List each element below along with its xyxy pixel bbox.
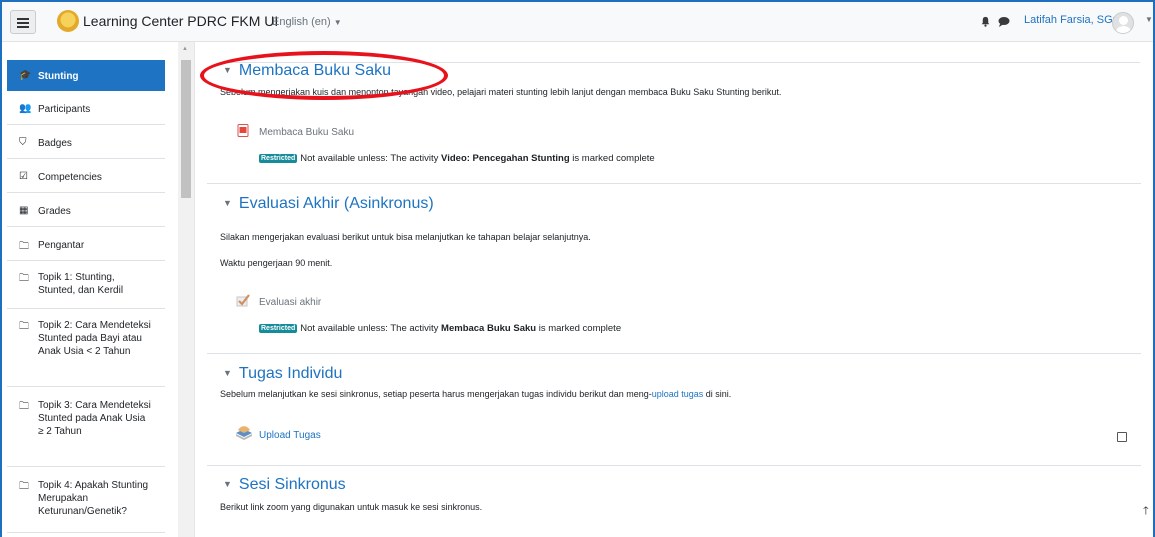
chevron-down-icon[interactable]: ▼ (1145, 15, 1153, 24)
folder-icon: 🗀 (19, 481, 29, 492)
sidebar-item-label: Topik 4: Apakah Stunting Merupakan Ketur… (38, 480, 149, 517)
restricted-badge: Restricted (259, 154, 298, 163)
collapse-caret-icon[interactable]: ▼ (223, 368, 232, 378)
chat-icon[interactable] (998, 16, 1010, 27)
annotation-highlight-ellipse (200, 51, 448, 100)
sidebar-item-topik-1[interactable]: 🗀 Topik 1: Stunting, Stunted, dan Kerdil (7, 261, 165, 309)
restriction-text: is marked complete (569, 153, 655, 164)
chevron-down-icon: ▼ (333, 18, 342, 27)
users-icon: 👥 (19, 103, 32, 114)
top-navbar: Learning Center PDRC FKM UI English (en)… (2, 2, 1153, 42)
completion-checkbox[interactable] (1117, 432, 1127, 442)
sidebar-item-label: Topik 1: Stunting, Stunted, dan Kerdil (38, 272, 124, 296)
sidebar-item-topik-2[interactable]: 🗀 Topik 2: Cara Mendeteksi Stunted pada … (7, 309, 165, 387)
section-description: Waktu pengerjaan 90 menit. (220, 258, 333, 268)
folder-icon: 🗀 (19, 241, 29, 252)
collapse-caret-icon[interactable]: ▼ (223, 479, 232, 489)
folder-icon: 🗀 (19, 401, 29, 412)
course-content: ▼ Membaca Buku Saku Sebelum mengerjakan k… (195, 42, 1153, 537)
section-divider (207, 353, 1141, 354)
restriction-activity: Video: Pencegahan Stunting (441, 153, 570, 164)
description-text: di sini. (703, 389, 732, 399)
activity-upload-tugas[interactable]: Upload Tugas (259, 430, 321, 441)
restriction-text: Not available unless: The activity (300, 153, 442, 164)
sidebar-item-label: Grades (38, 206, 71, 217)
restriction-activity: Membaca Buku Saku (441, 323, 537, 334)
restriction-text: Not available unless: The activity (300, 323, 442, 334)
course-nav-drawer: 🎓 Stunting 👥 Participants ⛉ Badges ☑ Com… (7, 60, 165, 537)
bell-icon[interactable] (980, 16, 991, 27)
activity-membaca-buku-saku[interactable]: Membaca Buku Saku (259, 127, 354, 138)
folder-icon: 🗀 (19, 321, 29, 332)
sidebar-item-pengantar[interactable]: 🗀 Pengantar (7, 227, 165, 261)
sidebar-item-competencies[interactable]: ☑ Competencies (7, 159, 165, 193)
language-menu[interactable]: English (en) ▼ (272, 16, 342, 28)
section-description: Sebelum melanjutkan ke sesi sinkronus, s… (220, 389, 731, 399)
restricted-badge: Restricted (259, 324, 298, 333)
upload-tugas-link[interactable]: upload tugas (652, 389, 704, 399)
section-title-evaluasi-akhir[interactable]: ▼ Evaluasi Akhir (Asinkronus) (223, 195, 434, 213)
hamburger-icon[interactable] (10, 10, 36, 34)
activity-evaluasi-akhir[interactable]: Evaluasi akhir (259, 297, 321, 308)
app-window: Learning Center PDRC FKM UI English (en)… (0, 0, 1155, 537)
shield-icon: ⛉ (19, 137, 27, 148)
sidebar-item-participants[interactable]: 👥 Participants (7, 91, 165, 125)
sidebar-item-label: Participants (38, 104, 91, 115)
description-text: Sebelum melanjutkan ke sesi sinkronus, s… (220, 389, 652, 399)
sidebar-item-label: Stunting (38, 71, 79, 82)
sidebar-item-topik-3[interactable]: 🗀 Topik 3: Cara Mendeteksi Stunted pada … (7, 387, 165, 467)
table-icon: ▦ (19, 205, 29, 216)
section-title-text: Sesi Sinkronus (238, 476, 346, 493)
section-divider (207, 465, 1141, 466)
restriction-text: is marked complete (536, 323, 622, 334)
section-title-tugas-individu[interactable]: ▼ Tugas Individu (223, 365, 342, 383)
graduation-cap-icon: 🎓 (19, 70, 32, 81)
back-to-top-icon[interactable]: 🡑 (1143, 502, 1149, 521)
section-description: Silakan mengerjakan evaluasi berikut unt… (220, 232, 591, 242)
collapse-caret-icon[interactable]: ▼ (223, 198, 232, 208)
folder-icon: 🗀 (19, 273, 29, 284)
sidebar-item-topik-4[interactable]: 🗀 Topik 4: Apakah Stunting Merupakan Ket… (7, 467, 165, 533)
sidebar-scroll-thumb[interactable] (181, 60, 191, 198)
scroll-up-icon[interactable]: ▲ (182, 46, 188, 52)
sidebar-item-label: Topik 3: Cara Mendeteksi Stunted pada An… (38, 400, 151, 437)
sidebar-item-label: Topik 2: Cara Mendeteksi Stunted pada Ba… (38, 320, 151, 357)
section-title-text: Evaluasi Akhir (Asinkronus) (238, 195, 434, 212)
section-title-sesi-sinkronus[interactable]: ▼ Sesi Sinkronus (223, 476, 346, 494)
sidebar-item-badges[interactable]: ⛉ Badges (7, 125, 165, 159)
checkbox-icon: ☑ (19, 171, 28, 182)
pdf-icon (237, 124, 249, 137)
sidebar-item-label: Badges (38, 138, 72, 149)
availability-restriction: Restricted Not available unless: The acti… (259, 153, 655, 164)
section-divider (207, 183, 1141, 184)
sidebar-item-label: Competencies (38, 172, 102, 183)
assignment-icon (236, 426, 252, 440)
site-logo[interactable] (57, 10, 79, 32)
availability-restriction: Restricted Not available unless: The acti… (259, 323, 621, 334)
language-label: English (en) (272, 16, 331, 28)
sidebar-item-grades[interactable]: ▦ Grades (7, 193, 165, 227)
quiz-check-icon (236, 294, 250, 307)
section-description: Berikut link zoom yang digunakan untuk m… (220, 502, 483, 512)
sidebar-item-stunting[interactable]: 🎓 Stunting (7, 60, 165, 91)
site-name[interactable]: Learning Center PDRC FKM UI (83, 13, 278, 29)
user-menu-name[interactable]: Latifah Farsia, SGz (1024, 14, 1118, 26)
sidebar-item-label: Pengantar (38, 240, 85, 251)
section-title-text: Tugas Individu (238, 365, 343, 382)
avatar[interactable] (1112, 12, 1134, 34)
